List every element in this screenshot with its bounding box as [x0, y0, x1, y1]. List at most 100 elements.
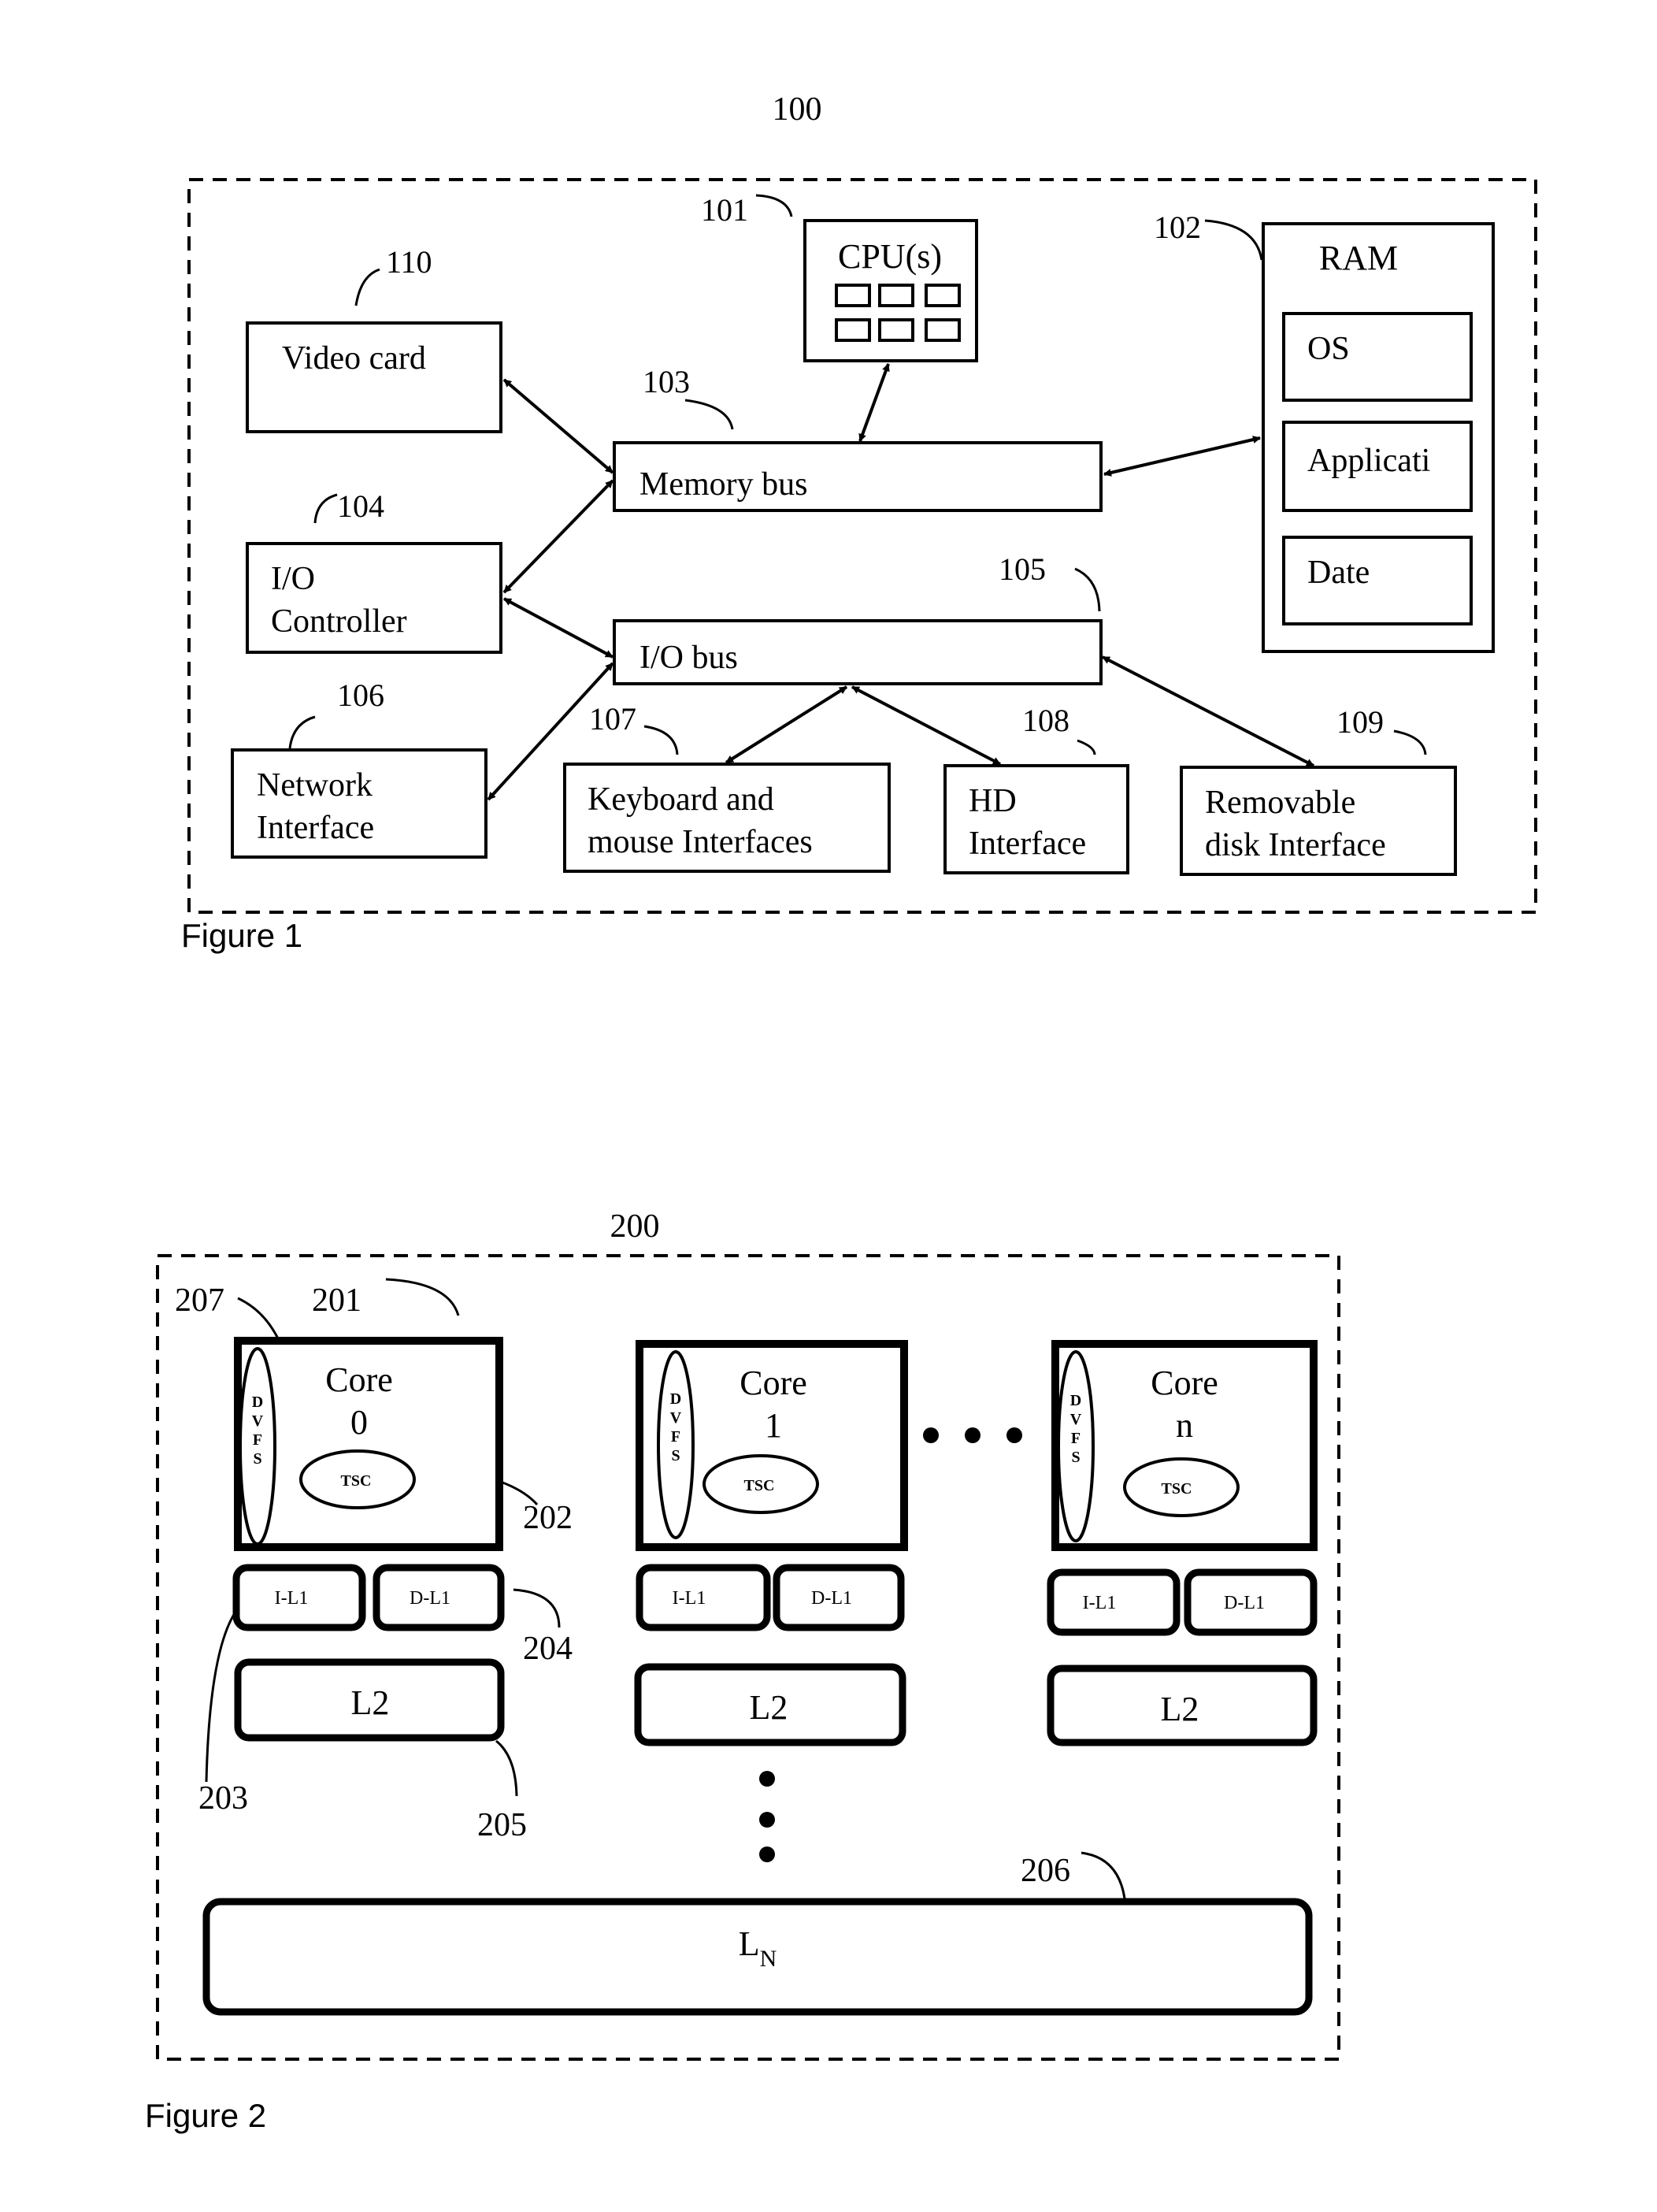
ref-100: 100 — [773, 91, 822, 128]
io-bus-block: 105 I/O bus — [613, 551, 1103, 685]
arrow-io-controller-io-bus — [503, 597, 613, 659]
io-controller-block: 104 I/O Controller — [246, 488, 502, 654]
keyboard-mouse-label-1: Keyboard and — [588, 781, 774, 818]
removable-disk-label-1: Removable — [1205, 785, 1355, 821]
figure-2-caption: Figure 2 — [145, 2097, 266, 2134]
keyboard-mouse-label-2: mouse Interfaces — [588, 824, 813, 860]
leader-206 — [1081, 1851, 1126, 1899]
network-interface-label-2: Interface — [257, 810, 374, 846]
hd-interface-block: 108 HD Interface — [943, 703, 1129, 874]
arrow-keyboard-io-bus — [725, 685, 848, 764]
l2-label: L2 — [351, 1683, 390, 1722]
memory-bus-label: Memory bus — [639, 466, 808, 503]
ref-109: 109 — [1336, 704, 1384, 740]
il1-label: I-L1 — [673, 1588, 706, 1609]
io-bus-label: I/O bus — [639, 640, 738, 676]
ref-103: 103 — [643, 364, 690, 399]
ref-110: 110 — [386, 244, 432, 280]
dl1-label: D-L1 — [1224, 1593, 1265, 1613]
ref-203: 203 — [198, 1780, 248, 1817]
io-controller-label-2: Controller — [271, 603, 407, 640]
l2-label: L2 — [750, 1688, 788, 1727]
dl1-label: D-L1 — [410, 1588, 450, 1609]
dvfs-letter: F — [671, 1428, 680, 1446]
arrow-cpu-memory-bus — [858, 363, 890, 442]
figure-2: 200 207 201 202 204 203 205 206 D V F S … — [145, 1208, 1340, 2134]
ref-107: 107 — [589, 701, 636, 737]
core-1: D V F S Core 1 TSC I-L1 D-L1 L2 — [634, 1340, 908, 1746]
hd-interface-label-2: Interface — [969, 826, 1086, 862]
figure-1: 100 101 CPU(s) 102 RAM OS Applicati Date — [181, 91, 1537, 954]
dvfs-letter: V — [670, 1409, 682, 1427]
dvfs-letter: V — [252, 1412, 264, 1430]
dvfs-letter: V — [1070, 1411, 1082, 1428]
ram-section-applications-label: Applicati — [1307, 443, 1430, 479]
core-0: D V F S Core 0 TSC I-L1 D-L1 L2 — [232, 1337, 505, 1742]
arrow-io-controller-memory-bus — [502, 479, 614, 594]
core-title: Core — [740, 1364, 807, 1402]
leader-110 — [354, 268, 380, 306]
ln-subscript: N — [760, 1946, 777, 1972]
leader-103 — [684, 399, 734, 430]
dvfs-letter: F — [1071, 1430, 1081, 1447]
ram-label: RAM — [1319, 239, 1398, 277]
leader-205 — [495, 1739, 518, 1797]
network-interface-block: 106 Network Interface — [231, 677, 487, 859]
ref-205: 205 — [477, 1807, 527, 1843]
video-card-label: Video card — [282, 340, 426, 377]
removable-disk-label-2: disk Interface — [1205, 827, 1386, 863]
leader-201 — [385, 1278, 460, 1316]
arrow-memory-bus-ram — [1103, 436, 1261, 477]
ref-101: 101 — [701, 192, 748, 228]
ram-section-os-label: OS — [1307, 331, 1350, 367]
dvfs-letter: F — [253, 1431, 262, 1449]
dl1-label: D-L1 — [811, 1588, 852, 1609]
leader-203 — [205, 1608, 239, 1783]
ram-section-data-label: Date — [1307, 555, 1370, 591]
leader-101 — [755, 194, 793, 217]
core-title: Core — [1151, 1364, 1218, 1402]
dvfs-letter: S — [1071, 1449, 1080, 1466]
removable-disk-block: 109 Removable disk Interface — [1180, 704, 1457, 876]
il1-label: I-L1 — [275, 1588, 309, 1609]
leader-105 — [1074, 567, 1101, 612]
memory-bus-block: 103 Memory bus — [613, 364, 1103, 512]
dvfs-letter: S — [253, 1450, 261, 1468]
ram-block: 102 RAM OS Applicati Date — [1154, 210, 1495, 653]
keyboard-mouse-block: 107 Keyboard and mouse Interfaces — [563, 701, 891, 873]
leader-107 — [643, 725, 679, 755]
ref-105: 105 — [999, 551, 1046, 587]
core-index: 1 — [765, 1406, 782, 1445]
leader-102 — [1204, 219, 1263, 261]
ref-200: 200 — [610, 1208, 660, 1245]
dvfs-letter: D — [1070, 1392, 1081, 1409]
l2-label: L2 — [1161, 1690, 1199, 1728]
leader-204 — [513, 1588, 561, 1628]
last-level-cache: LN — [202, 1898, 1313, 2016]
core-index: 0 — [350, 1403, 368, 1442]
patent-drawing-sheet: 100 101 CPU(s) 102 RAM OS Applicati Date — [145, 91, 1537, 2134]
hd-interface-label-1: HD — [969, 783, 1017, 819]
ref-206: 206 — [1021, 1853, 1070, 1889]
ref-106: 106 — [337, 677, 384, 713]
cpu-block: 101 CPU(s) — [701, 192, 978, 362]
leader-106 — [288, 715, 316, 749]
ref-204: 204 — [523, 1631, 573, 1667]
ref-201: 201 — [312, 1282, 361, 1319]
cpu-label: CPU(s) — [838, 237, 942, 276]
vertical-ellipsis-icon — [759, 1771, 775, 1862]
figure-1-caption: Figure 1 — [181, 917, 302, 954]
tsc-label: TSC — [1162, 1480, 1192, 1498]
arrow-hd-io-bus — [851, 685, 1001, 766]
arrow-removable-io-bus — [1102, 655, 1314, 767]
dvfs-letter: D — [670, 1390, 681, 1408]
video-card-box — [246, 321, 502, 433]
video-card-block: 110 Video card — [246, 244, 502, 433]
ref-207: 207 — [175, 1282, 224, 1319]
io-controller-label-1: I/O — [271, 561, 315, 597]
il1-label: I-L1 — [1083, 1593, 1117, 1613]
core-title: Core — [325, 1360, 393, 1399]
ref-202: 202 — [523, 1500, 573, 1536]
ref-104: 104 — [337, 488, 384, 524]
leader-104 — [313, 493, 338, 524]
